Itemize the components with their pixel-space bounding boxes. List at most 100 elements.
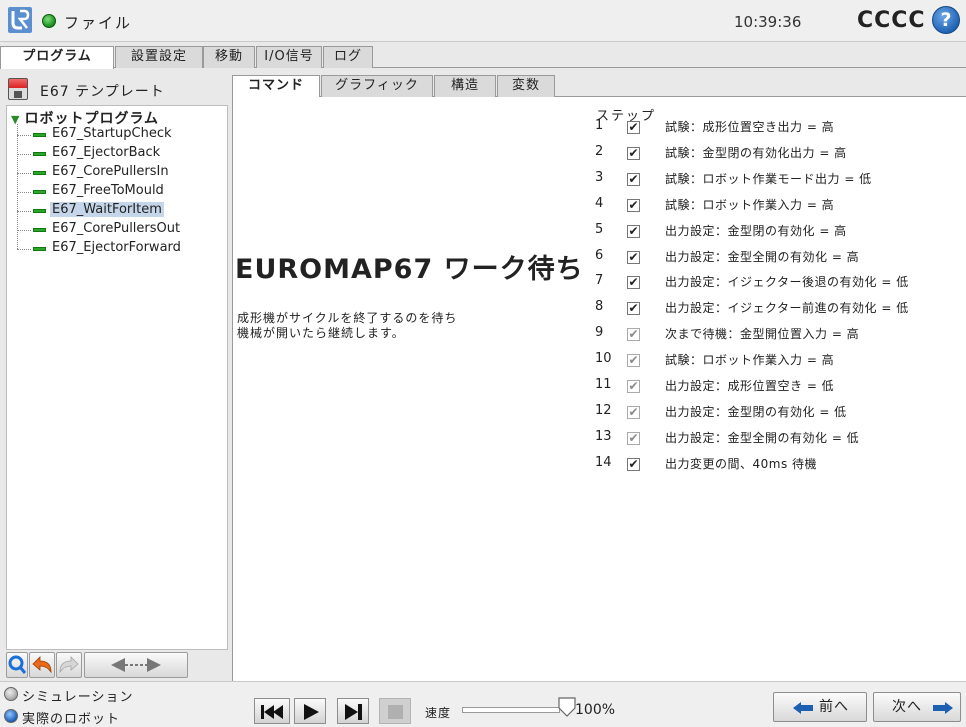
tree-toolbar bbox=[6, 652, 228, 678]
move-node-button[interactable] bbox=[84, 652, 188, 678]
command-description: 成形機がサイクルを終了するのを待ち 機械が開いたら継続します。 bbox=[237, 311, 457, 341]
step-row: 10 ✔ 試験：ロボット作業入力 = 高 bbox=[595, 350, 965, 370]
step-row: 13 ✔ 出力設定：金型全開の有効化 = 低 bbox=[595, 428, 965, 448]
step-forward-button[interactable] bbox=[337, 698, 369, 724]
step-text: 出力設定：金型全開の有効化 = 低 bbox=[665, 430, 860, 445]
undo-icon bbox=[32, 656, 52, 674]
step-checkbox[interactable]: ✔ bbox=[627, 431, 640, 445]
skip-back-button[interactable] bbox=[254, 698, 290, 724]
tree-root[interactable]: ▼ ロボットプログラム bbox=[11, 108, 159, 128]
prev-label: 前へ bbox=[819, 699, 849, 715]
step-row: 8 ✔ 出力設定：イジェクター前進の有効化 = 低 bbox=[595, 298, 965, 318]
step-row: 3 ✔ 試験：ロボット作業モード出力 = 低 bbox=[595, 169, 965, 189]
tab-program[interactable]: プログラム bbox=[0, 46, 114, 69]
help-icon[interactable]: ? bbox=[932, 6, 960, 34]
step-row: 6 ✔ 出力設定：金型全開の有効化 = 高 bbox=[595, 247, 965, 267]
step-row: 9 ✔ 次まで待機：金型開位置入力 = 高 bbox=[595, 324, 965, 344]
node-bar-icon bbox=[33, 228, 46, 232]
expand-triangle-icon[interactable]: ▼ bbox=[11, 113, 20, 126]
step-text: 出力設定：成形位置空き = 低 bbox=[665, 379, 835, 393]
description-line: 機械が開いたら継続します。 bbox=[237, 326, 405, 340]
step-number: 5 bbox=[595, 221, 604, 237]
search-button[interactable] bbox=[6, 652, 28, 678]
step-text: 次まで待機：金型開位置入力 = 高 bbox=[665, 327, 860, 342]
description-line: 成形機がサイクルを終了するのを待ち bbox=[237, 311, 458, 325]
step-text: 出力設定：イジェクター前進の有効化 = 低 bbox=[665, 301, 909, 316]
step-checkbox[interactable]: ✔ bbox=[627, 121, 640, 134]
tab-log[interactable]: ログ bbox=[323, 46, 373, 68]
program-tree-panel: E67 テンプレート ▼ ロボットプログラム E67_StartupCheck E… bbox=[0, 69, 230, 680]
robot-name: CCCC bbox=[857, 8, 926, 33]
speed-value: 100% bbox=[575, 702, 616, 718]
step-forward-icon bbox=[345, 704, 362, 720]
program-tree: ▼ ロボットプログラム E67_StartupCheck E67_EjectorB… bbox=[6, 105, 228, 650]
step-text: 試験：ロボット作業モード出力 = 低 bbox=[665, 171, 872, 186]
step-checkbox[interactable]: ✔ bbox=[627, 405, 640, 419]
program-sub-tabs: コマンド グラフィック 構造 変数 bbox=[232, 75, 966, 98]
tree-item[interactable]: E67_EjectorBack bbox=[17, 145, 217, 163]
command-panel: EUROMAP67 ワーク待ち 成形機がサイクルを終了するのを待ち 機械が開いた… bbox=[232, 97, 966, 681]
step-checkbox[interactable]: ✔ bbox=[627, 250, 640, 264]
step-number: 10 bbox=[595, 351, 612, 367]
real-robot-radio[interactable] bbox=[4, 709, 18, 723]
tab-move[interactable]: 移動 bbox=[203, 46, 255, 68]
play-button[interactable] bbox=[294, 698, 326, 724]
step-checkbox[interactable]: ✔ bbox=[627, 172, 640, 186]
step-number: 14 bbox=[595, 454, 612, 470]
tree-item[interactable]: E67_EjectorForward bbox=[17, 240, 217, 258]
step-checkbox[interactable]: ✔ bbox=[627, 198, 640, 212]
step-number: 6 bbox=[595, 247, 604, 263]
step-checkbox[interactable]: ✔ bbox=[627, 457, 640, 471]
undo-button[interactable] bbox=[29, 652, 55, 678]
tree-item[interactable]: E67_StartupCheck bbox=[17, 126, 217, 144]
command-title: EUROMAP67 ワーク待ち bbox=[235, 254, 584, 285]
stop-icon bbox=[388, 705, 403, 719]
step-row: 1 ✔ 試験：成形位置空き出力 = 高 bbox=[595, 117, 965, 137]
tree-item[interactable]: E67_CorePullersIn bbox=[17, 164, 217, 182]
step-number: 3 bbox=[595, 169, 604, 185]
tree-item-label: E67_StartupCheck bbox=[52, 126, 172, 141]
node-bar-icon bbox=[33, 247, 46, 251]
step-number: 12 bbox=[595, 402, 612, 418]
tab-command[interactable]: コマンド bbox=[232, 75, 320, 98]
redo-button[interactable] bbox=[56, 652, 82, 678]
step-checkbox[interactable]: ✔ bbox=[627, 276, 640, 290]
node-bar-icon bbox=[33, 171, 46, 175]
tab-variables[interactable]: 変数 bbox=[497, 75, 555, 97]
step-text: 出力変更の間、40ms 待機 bbox=[665, 456, 818, 471]
step-text: 出力設定：イジェクター後退の有効化 = 低 bbox=[665, 275, 909, 290]
status-dot-icon bbox=[42, 14, 56, 28]
file-menu[interactable]: ファイル bbox=[64, 12, 132, 33]
step-row: 7 ✔ 出力設定：イジェクター後退の有効化 = 低 bbox=[595, 272, 965, 292]
step-checkbox[interactable]: ✔ bbox=[627, 224, 640, 238]
next-label: 次へ bbox=[892, 699, 922, 715]
next-button[interactable]: 次へ bbox=[873, 692, 961, 722]
slider-handle-icon[interactable] bbox=[558, 697, 576, 717]
simulation-label: シミュレーション bbox=[22, 690, 134, 705]
tab-structure[interactable]: 構造 bbox=[434, 75, 496, 97]
speed-slider-track[interactable] bbox=[462, 707, 560, 713]
step-number: 7 bbox=[595, 273, 604, 289]
simulation-radio[interactable] bbox=[4, 687, 18, 701]
step-checkbox[interactable]: ✔ bbox=[627, 380, 640, 393]
tab-io[interactable]: I/O信号 bbox=[256, 46, 322, 68]
real-robot-label: 実際のロボット bbox=[22, 712, 121, 727]
step-checkbox[interactable]: ✔ bbox=[627, 146, 640, 160]
tree-item[interactable]: E67_FreeToMould bbox=[17, 183, 217, 201]
tab-installation[interactable]: 設置設定 bbox=[115, 46, 203, 68]
step-number: 11 bbox=[595, 377, 612, 392]
node-bar-icon bbox=[33, 152, 46, 156]
step-text: 出力設定：金型全開の有効化 = 高 bbox=[665, 249, 860, 264]
tree-item[interactable]: E67_CorePullersOut bbox=[17, 221, 217, 239]
tab-graphics[interactable]: グラフィック bbox=[321, 75, 433, 97]
clock: 10:39:36 bbox=[734, 13, 802, 31]
stop-button[interactable] bbox=[379, 698, 411, 724]
tree-item-selected[interactable]: E67_WaitForItem bbox=[17, 202, 217, 220]
prev-button[interactable]: 前へ bbox=[773, 692, 867, 722]
step-checkbox[interactable]: ✔ bbox=[627, 328, 640, 342]
step-checkbox[interactable]: ✔ bbox=[627, 354, 640, 368]
step-text: 出力設定：金型閉の有効化 = 高 bbox=[665, 223, 847, 238]
step-checkbox[interactable]: ✔ bbox=[627, 302, 640, 316]
save-icon[interactable] bbox=[8, 78, 28, 100]
step-number: 8 bbox=[595, 299, 604, 315]
